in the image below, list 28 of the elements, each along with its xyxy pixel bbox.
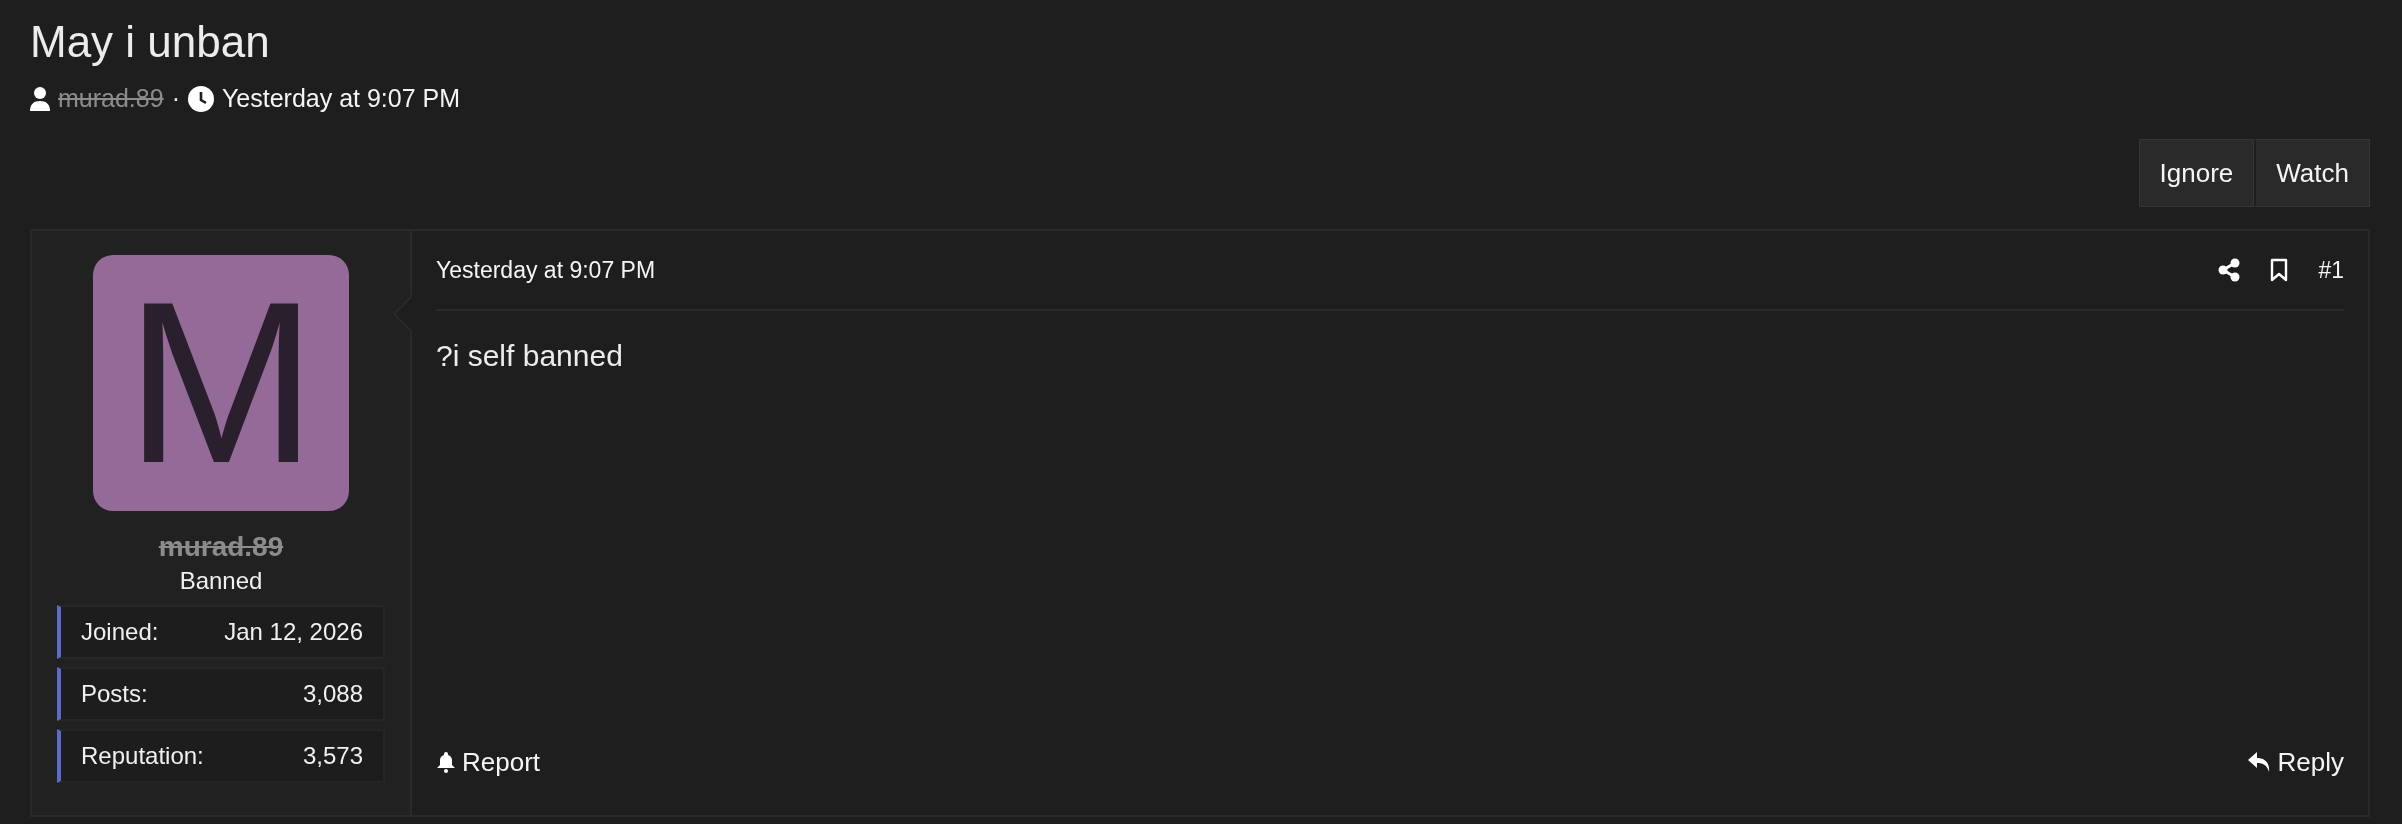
avatar[interactable]: M	[93, 255, 349, 511]
report-link[interactable]: Report	[436, 746, 541, 778]
clock-icon	[187, 85, 214, 112]
stat-label: Reputation:	[81, 742, 204, 770]
action-label: Reply	[2277, 746, 2344, 778]
post-body: ?i self banned	[436, 339, 624, 374]
username[interactable]: murad.89	[158, 531, 284, 563]
stat-value: 3,573	[302, 742, 363, 770]
action-label: Report	[462, 746, 541, 778]
share-icon[interactable]	[2218, 258, 2241, 282]
bookmark-icon[interactable]	[2270, 258, 2289, 282]
thread-action-button[interactable]: Watch	[2254, 139, 2370, 207]
reply-link[interactable]: Reply	[2247, 746, 2344, 778]
separator: ·	[171, 84, 180, 113]
author-link[interactable]: murad.89	[58, 84, 164, 113]
thread-date[interactable]: Yesterday at 9:07 PM	[221, 84, 461, 113]
post-number[interactable]: #1	[2318, 256, 2344, 284]
thread-title: May i unban	[30, 16, 271, 68]
stat-value: Jan 12, 2026	[224, 618, 363, 646]
thread-action-button[interactable]: Ignore	[2138, 139, 2255, 207]
stat-value: 3,088	[302, 680, 363, 708]
post-date[interactable]: Yesterday at 9:07 PM	[436, 256, 2189, 284]
bell-icon	[436, 751, 456, 773]
stat-label: Posts:	[81, 680, 148, 708]
reply-arrow-icon	[2247, 751, 2272, 773]
stat-label: Joined:	[81, 618, 159, 646]
user-icon	[30, 86, 50, 111]
user-title: Banned	[179, 567, 263, 595]
